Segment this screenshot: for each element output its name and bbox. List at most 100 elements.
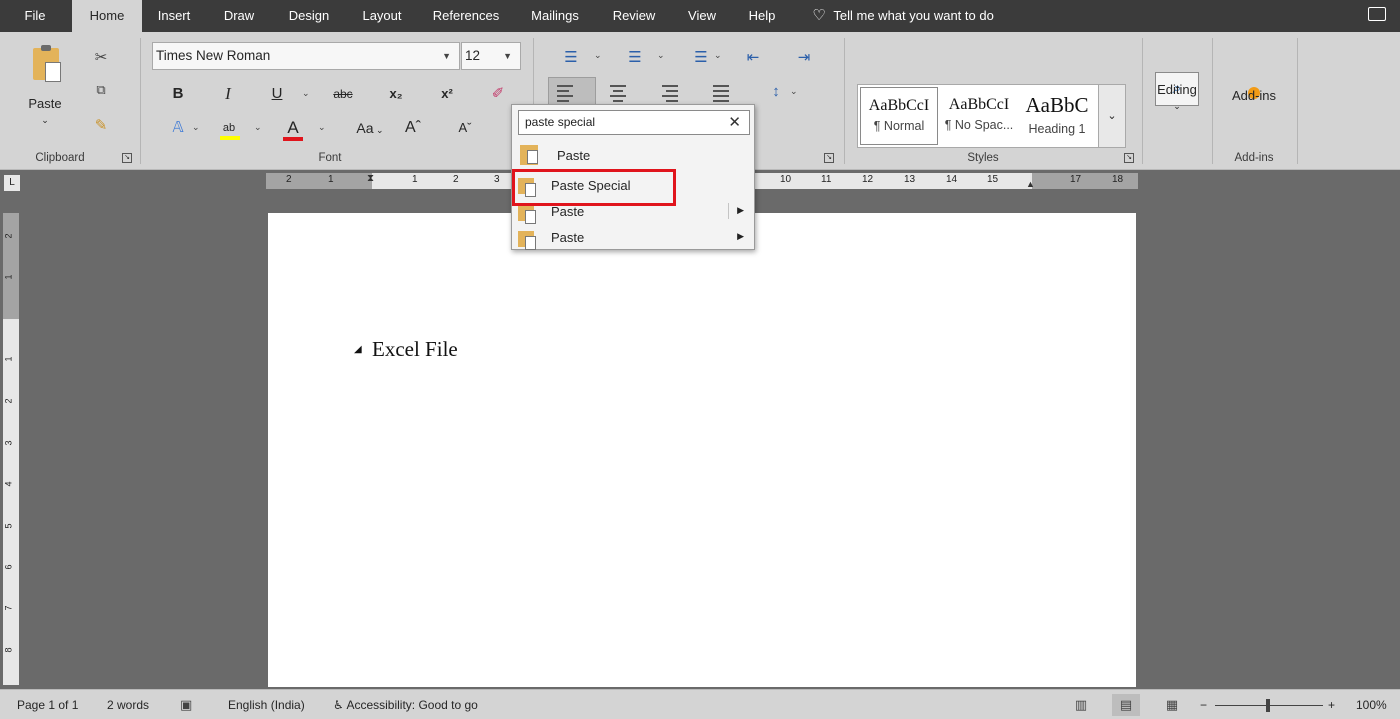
ruler-number: 1 bbox=[3, 274, 14, 280]
justify-icon[interactable] bbox=[713, 82, 743, 106]
cut-icon[interactable]: ✂ bbox=[90, 48, 112, 66]
paragraph-launcher-icon[interactable]: ↘ bbox=[824, 153, 834, 163]
collapse-heading-icon[interactable]: ◢ bbox=[354, 344, 362, 355]
superscript-button[interactable]: x² bbox=[434, 82, 460, 106]
paste-clipboard-icon[interactable] bbox=[33, 45, 61, 82]
indent-marker-icon[interactable]: ⧗ bbox=[367, 173, 374, 184]
clipboard-launcher-icon[interactable]: ↘ bbox=[122, 153, 132, 163]
strikethrough-button[interactable]: abc bbox=[330, 82, 356, 106]
tab-home[interactable]: Home bbox=[72, 0, 142, 32]
add-ins-group-label: Add-ins bbox=[1234, 152, 1274, 164]
divider bbox=[1297, 38, 1298, 164]
ruler-number: 2 bbox=[453, 174, 459, 185]
chevron-down-icon[interactable]: ⌄ bbox=[657, 50, 665, 61]
tab-selector-icon[interactable]: L bbox=[4, 175, 20, 191]
zoom-in-button[interactable]: + bbox=[1328, 690, 1335, 719]
comments-icon[interactable] bbox=[1368, 7, 1386, 21]
chevron-down-icon[interactable]: ⌄ bbox=[790, 86, 798, 97]
document-heading[interactable]: Excel File bbox=[372, 337, 458, 362]
paste-button[interactable]: Paste ⌄ bbox=[22, 96, 68, 126]
underline-button[interactable]: U bbox=[264, 82, 290, 106]
ruler-number: 17 bbox=[1070, 174, 1082, 185]
vertical-ruler[interactable]: 2 1 1 2 3 4 5 6 7 8 bbox=[3, 213, 19, 685]
chevron-down-icon[interactable]: ▼ bbox=[503, 43, 512, 69]
style-no-spacing[interactable]: AaBbCcI ¶ No Spac... bbox=[940, 87, 1018, 145]
chevron-down-icon[interactable]: ⌄ bbox=[714, 50, 722, 61]
chevron-down-icon[interactable]: ⌄ bbox=[254, 122, 262, 133]
format-painter-icon[interactable]: ✎ bbox=[90, 116, 112, 134]
tab-design[interactable]: Design bbox=[278, 0, 340, 32]
editing-button[interactable]: Editing ⌄ bbox=[1150, 82, 1204, 112]
page-count[interactable]: Page 1 of 1 bbox=[17, 690, 78, 719]
language[interactable]: English (India) bbox=[228, 690, 305, 719]
grow-font-button[interactable]: Aˆ bbox=[400, 116, 426, 140]
chevron-down-icon[interactable]: ⌄ bbox=[594, 50, 602, 61]
read-mode-icon[interactable]: ▥ bbox=[1067, 694, 1095, 716]
tab-help[interactable]: Help bbox=[738, 0, 786, 32]
close-icon[interactable]: ✕ bbox=[728, 111, 741, 134]
style-name: Heading 1 bbox=[1028, 122, 1086, 136]
styles-more-button[interactable]: ⌄ bbox=[1098, 84, 1126, 148]
divider bbox=[1142, 38, 1143, 164]
accessibility-label: Accessibility: Good to go bbox=[346, 698, 478, 712]
ruler-number: 4 bbox=[3, 481, 14, 487]
multilevel-list-icon[interactable]: ☰ bbox=[688, 46, 714, 70]
subscript-button[interactable]: x₂ bbox=[383, 82, 409, 106]
tab-file[interactable]: File bbox=[0, 0, 70, 32]
word-count[interactable]: 2 words bbox=[107, 690, 149, 719]
line-spacing-icon[interactable]: ↕ bbox=[763, 80, 789, 104]
divider bbox=[1212, 38, 1213, 164]
print-layout-icon[interactable]: ▤ bbox=[1112, 694, 1140, 716]
web-layout-icon[interactable]: ▦ bbox=[1158, 694, 1186, 716]
text-highlight-button[interactable]: ab bbox=[216, 116, 242, 140]
bold-button[interactable]: B bbox=[165, 82, 191, 106]
zoom-level[interactable]: 100% bbox=[1356, 690, 1387, 719]
shrink-font-button[interactable]: Aˇ bbox=[452, 116, 478, 140]
tab-review[interactable]: Review bbox=[600, 0, 668, 32]
chevron-down-icon[interactable]: ▼ bbox=[442, 43, 451, 69]
divider bbox=[728, 203, 729, 219]
chevron-down-icon[interactable]: ⌄ bbox=[192, 122, 200, 133]
font-color-button[interactable]: A bbox=[280, 116, 306, 141]
proofing-icon[interactable]: ▣ bbox=[180, 690, 192, 719]
style-heading-1[interactable]: AaBbC Heading 1 bbox=[1018, 87, 1096, 145]
tab-references[interactable]: References bbox=[424, 0, 508, 32]
align-right-icon[interactable] bbox=[662, 82, 692, 106]
chevron-down-icon[interactable]: ⌄ bbox=[318, 122, 326, 133]
decrease-indent-icon[interactable]: ⇤ bbox=[740, 46, 766, 70]
submenu-arrow-icon[interactable]: ▶ bbox=[737, 205, 744, 216]
style-normal[interactable]: AaBbCcI ¶ Normal bbox=[860, 87, 938, 145]
tab-draw[interactable]: Draw bbox=[212, 0, 266, 32]
styles-launcher-icon[interactable]: ↘ bbox=[1124, 153, 1134, 163]
text-effects-icon[interactable]: 𝔸 bbox=[165, 116, 191, 140]
font-size-combo[interactable]: 12 ▼ bbox=[461, 42, 521, 70]
clear-formatting-icon[interactable]: ✐ bbox=[485, 82, 511, 106]
tell-me-search[interactable]: ♡ Tell me what you want to do bbox=[808, 0, 994, 32]
bullets-icon[interactable]: ☰ bbox=[558, 46, 584, 70]
zoom-slider-thumb[interactable] bbox=[1266, 699, 1270, 712]
font-name-combo[interactable]: Times New Roman ▼ bbox=[152, 42, 460, 70]
right-indent-marker-icon[interactable]: ▲ bbox=[1026, 179, 1035, 189]
result-paste[interactable]: Paste bbox=[512, 141, 754, 171]
add-ins-button[interactable]: Add-ins bbox=[1224, 88, 1284, 103]
numbering-icon[interactable]: ☰ bbox=[622, 46, 648, 70]
tab-mailings[interactable]: Mailings bbox=[520, 0, 590, 32]
result-paste-submenu[interactable]: Paste ▶ bbox=[512, 227, 754, 251]
search-input[interactable]: paste special ✕ bbox=[518, 110, 750, 135]
tab-view[interactable]: View bbox=[676, 0, 728, 32]
document-page[interactable]: ◢ Excel File bbox=[268, 213, 1136, 687]
align-center-icon[interactable] bbox=[610, 82, 640, 106]
paste-icon bbox=[518, 205, 536, 224]
italic-button[interactable]: I bbox=[215, 82, 241, 106]
zoom-out-button[interactable]: − bbox=[1200, 690, 1207, 719]
accessibility-status[interactable]: ♿ Accessibility: Good to go bbox=[333, 690, 478, 719]
submenu-arrow-icon[interactable]: ▶ bbox=[737, 231, 744, 242]
copy-icon[interactable]: ⧉ bbox=[90, 82, 112, 98]
ruler-number: 15 bbox=[987, 174, 999, 185]
tab-layout[interactable]: Layout bbox=[352, 0, 412, 32]
change-case-button[interactable]: Aa ⌄ bbox=[350, 116, 390, 140]
chevron-down-icon[interactable]: ⌄ bbox=[302, 88, 310, 99]
tab-insert[interactable]: Insert bbox=[146, 0, 202, 32]
increase-indent-icon[interactable]: ⇥ bbox=[791, 46, 817, 70]
red-highlight-box bbox=[512, 169, 676, 206]
